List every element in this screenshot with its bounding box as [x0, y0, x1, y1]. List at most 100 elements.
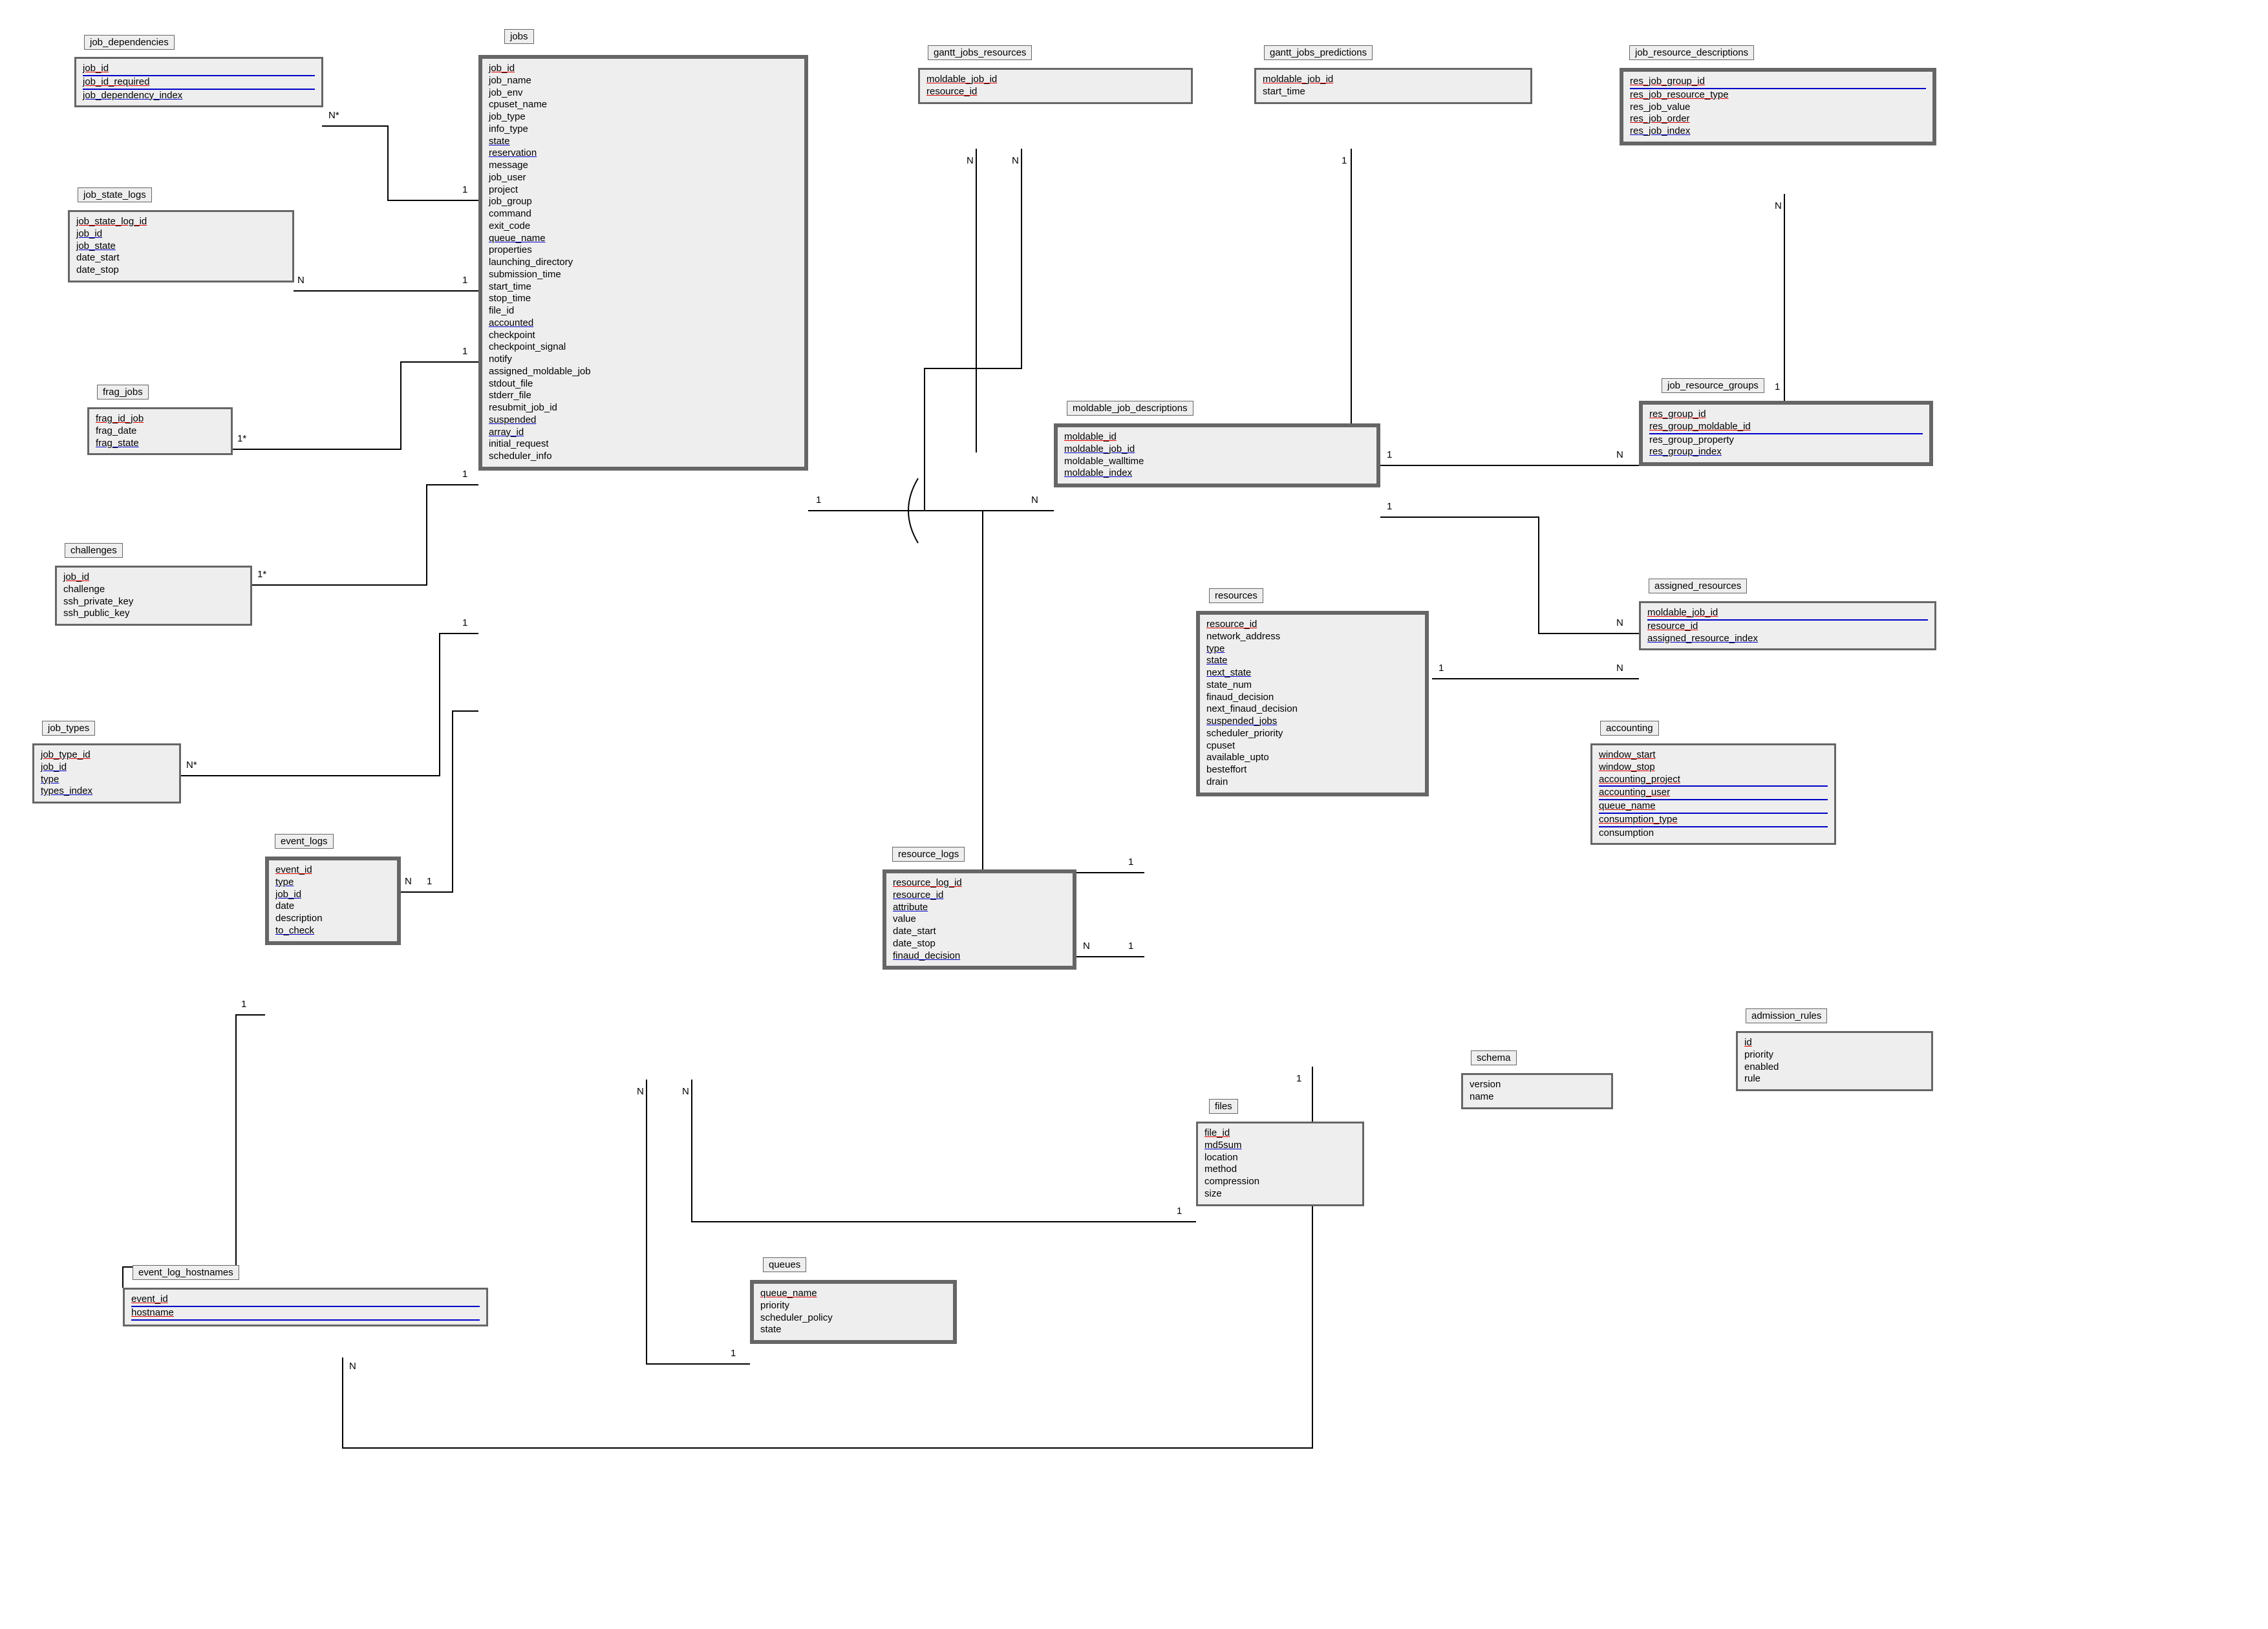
field: to_check	[275, 925, 390, 937]
field: stdout_file	[489, 378, 798, 390]
cardinality: N	[1616, 663, 1623, 674]
field: job_user	[489, 172, 798, 184]
field: queue_name	[1599, 800, 1828, 814]
cardinality: 1	[816, 495, 821, 506]
entity-title-challenges: challenges	[65, 543, 123, 558]
field: file_id	[1204, 1127, 1356, 1140]
field: moldable_index	[1064, 467, 1370, 480]
entity-moldable_job_descriptions: moldable_id moldable_job_id moldable_wal…	[1054, 423, 1380, 487]
field: next_finaud_decision	[1206, 703, 1418, 716]
field: event_id	[275, 864, 390, 877]
field: suspended_jobs	[1206, 716, 1418, 728]
field: finaud_decision	[1206, 692, 1418, 704]
entity-event_logs: event_id type job_id date description to…	[265, 857, 401, 945]
field: job_id_required	[83, 76, 315, 90]
field: state	[489, 136, 798, 148]
cardinality: N	[1012, 155, 1019, 166]
entity-resources: resource_id network_address type state n…	[1196, 611, 1429, 796]
entity-title-assigned_resources: assigned_resources	[1649, 579, 1747, 593]
field: job_name	[489, 75, 798, 87]
field: checkpoint_signal	[489, 341, 798, 354]
field: scheduler_policy	[760, 1312, 947, 1325]
field: frag_date	[96, 425, 224, 438]
field: resource_id	[926, 86, 1184, 98]
cardinality: 1*	[237, 433, 246, 444]
er-connectors	[0, 0, 2268, 1603]
cardinality: 1	[462, 469, 467, 480]
field: start_time	[1263, 86, 1524, 98]
field: value	[893, 913, 1066, 926]
cardinality: N*	[186, 760, 197, 771]
field: accounting_project	[1599, 774, 1828, 787]
field: file_id	[489, 305, 798, 317]
entity-title-frag_jobs: frag_jobs	[97, 385, 149, 399]
entity-job_types: job_type_id job_id type types_index	[32, 743, 181, 804]
field: job_type	[489, 111, 798, 123]
entity-title-job_resource_descriptions: job_resource_descriptions	[1629, 45, 1754, 60]
field: id	[1744, 1037, 1925, 1049]
field: properties	[489, 244, 798, 257]
field: initial_request	[489, 438, 798, 451]
field: reservation	[489, 147, 798, 160]
entity-jobs: job_id job_name job_env cpuset_name job_…	[478, 55, 808, 471]
entity-title-job_types: job_types	[42, 721, 95, 736]
field: moldable_job_id	[926, 74, 1184, 86]
entity-job_state_logs: job_state_log_id job_id job_state date_s…	[68, 210, 294, 282]
field: assigned_resource_index	[1647, 633, 1928, 645]
cardinality: 1	[1387, 449, 1392, 460]
entity-job_resource_descriptions: res_job_group_id res_job_resource_type r…	[1620, 68, 1936, 145]
field: ssh_public_key	[63, 608, 244, 620]
cardinality: N	[967, 155, 974, 166]
field: job_env	[489, 87, 798, 100]
field: description	[275, 913, 390, 925]
field: cpuset_name	[489, 99, 798, 111]
cardinality: 1	[427, 876, 432, 887]
field: state_num	[1206, 679, 1418, 692]
field: submission_time	[489, 269, 798, 281]
entity-gantt_jobs_predictions: moldable_job_id start_time	[1254, 68, 1532, 104]
entity-gantt_jobs_resources: moldable_job_id resource_id	[918, 68, 1193, 104]
entity-schema: version name	[1461, 1073, 1613, 1109]
field: frag_state	[96, 438, 224, 450]
cardinality: 1*	[257, 569, 266, 580]
field: ssh_private_key	[63, 596, 244, 608]
entity-title-files: files	[1209, 1099, 1238, 1114]
field: compression	[1204, 1176, 1356, 1188]
cardinality: N	[1616, 449, 1623, 460]
field: date	[275, 900, 390, 913]
entity-event_log_hostnames: event_id hostname	[123, 1288, 488, 1326]
field: job_id	[76, 228, 286, 240]
field: array_id	[489, 427, 798, 439]
cardinality: 1	[462, 184, 467, 195]
field: type	[1206, 643, 1418, 655]
cardinality: N	[349, 1361, 356, 1372]
cardinality: N	[405, 876, 412, 887]
field: resource_id	[1647, 621, 1928, 633]
field: method	[1204, 1164, 1356, 1176]
entity-title-schema: schema	[1471, 1050, 1517, 1065]
field: consumption_type	[1599, 814, 1828, 827]
cardinality: 1	[1342, 155, 1347, 166]
field: accounted	[489, 317, 798, 330]
entity-title-accounting: accounting	[1600, 721, 1659, 736]
field: state	[760, 1324, 947, 1336]
field: checkpoint	[489, 330, 798, 342]
field: stop_time	[489, 293, 798, 305]
field: consumption	[1599, 827, 1828, 840]
field: event_id	[131, 1294, 480, 1307]
field: command	[489, 208, 798, 220]
cardinality: 1	[1296, 1073, 1301, 1084]
field: message	[489, 160, 798, 172]
entity-resource_logs: resource_log_id resource_id attribute va…	[883, 869, 1076, 970]
field: job_state	[76, 240, 286, 253]
entity-title-resources: resources	[1209, 588, 1263, 603]
field: window_stop	[1599, 761, 1828, 774]
entity-queues: queue_name priority scheduler_policy sta…	[750, 1280, 957, 1344]
field: date_start	[76, 252, 286, 264]
field: job_id	[63, 571, 244, 584]
field: info_type	[489, 123, 798, 136]
field: date_stop	[893, 938, 1066, 950]
field: besteffort	[1206, 764, 1418, 776]
field: accounting_user	[1599, 787, 1828, 800]
cardinality: 1	[462, 617, 467, 628]
